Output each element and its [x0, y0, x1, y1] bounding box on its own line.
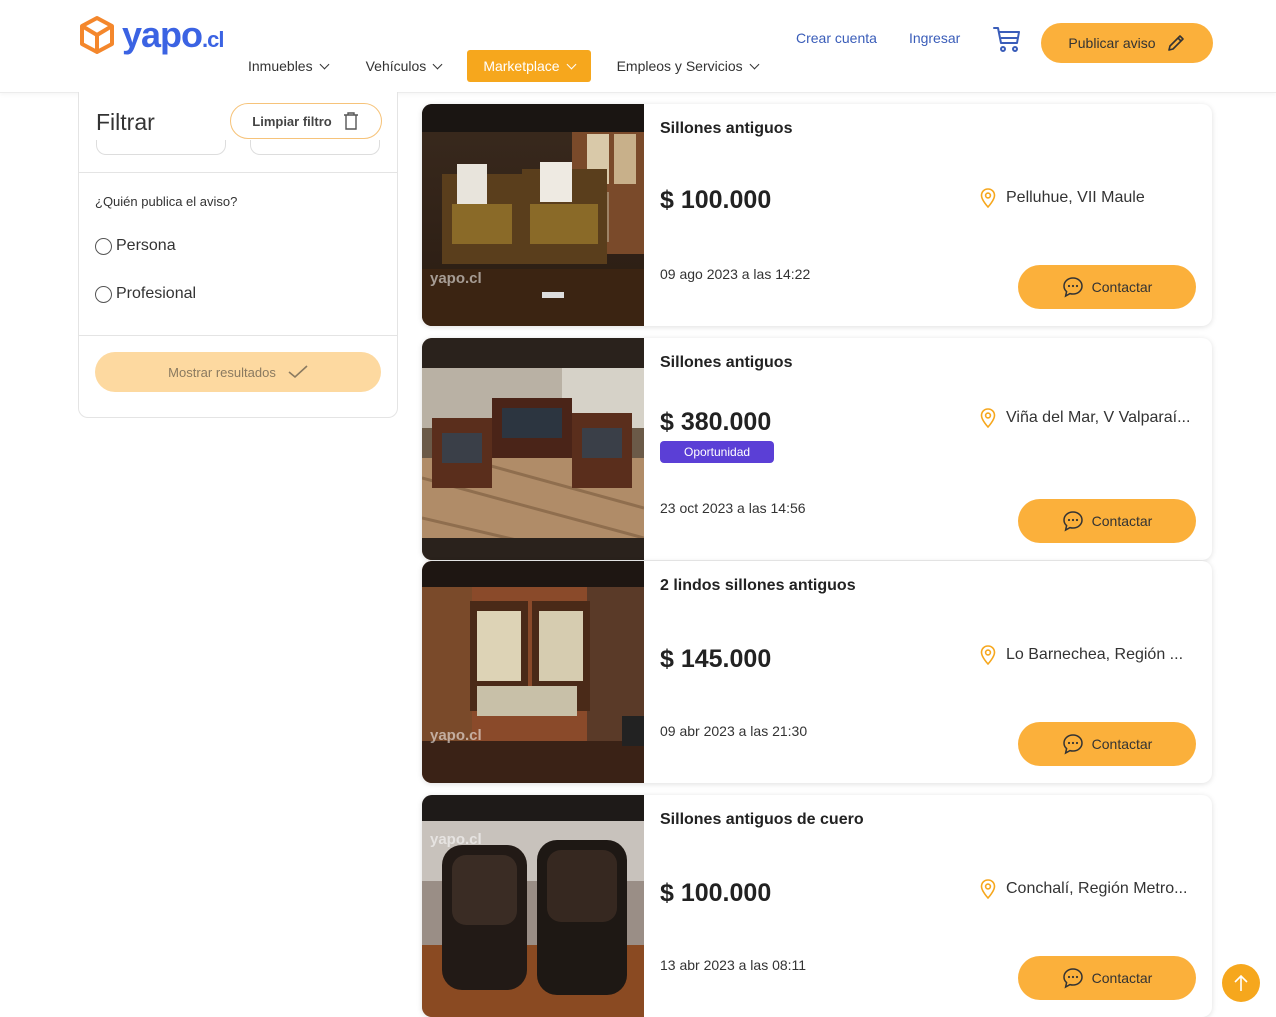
listing-title[interactable]: 2 lindos sillones antiguos: [660, 577, 856, 595]
cube-logo-icon: [80, 16, 114, 54]
listing-date: 09 abr 2023 a las 21:30: [660, 723, 808, 739]
create-account-link[interactable]: Crear cuenta: [796, 30, 877, 46]
listing-card[interactable]: yapo.cl 2 lindos sillones antiguos $ 145…: [422, 561, 1212, 783]
listing-title[interactable]: Sillones antiguos: [660, 120, 792, 138]
filter-chip-stub: [250, 140, 380, 155]
logo-wordmark: yapo.cl: [122, 14, 225, 55]
photo-watermark: yapo.cl: [430, 270, 482, 287]
listing-photo[interactable]: yapo.cl: [422, 104, 644, 326]
contact-label: Contactar: [1091, 513, 1153, 529]
chat-bubble-icon: [1062, 277, 1083, 298]
listing-location: Conchalí, Región Metro...: [980, 879, 1187, 899]
contact-button[interactable]: Contactar: [1018, 499, 1196, 543]
listing-location: Pelluhue, VII Maule: [980, 188, 1145, 208]
listing-title[interactable]: Sillones antiguos de cuero: [660, 811, 864, 829]
site-header: yapo.cl Inmuebles Vehículos Marketplace …: [0, 0, 1276, 93]
nav-empleos-servicios[interactable]: Empleos y Servicios: [605, 50, 770, 82]
cart-icon[interactable]: [992, 24, 1022, 54]
listing-price: $ 145.000: [660, 645, 772, 673]
chevron-down-icon: [319, 59, 330, 69]
show-results-label: Mostrar resultados: [168, 364, 276, 380]
trash-icon: [343, 112, 358, 130]
radio-label: Profesional: [116, 285, 197, 302]
listing-price: $ 380.000: [660, 408, 772, 436]
location-text: Conchalí, Región Metro...: [1006, 880, 1188, 897]
listing-card[interactable]: Sillones antiguos $ 380.000 Oportunidad …: [422, 338, 1212, 560]
divider: [79, 335, 397, 336]
listing-location: Lo Barnechea, Región ...: [980, 645, 1183, 665]
location-pin-icon: [980, 408, 996, 428]
location-text: Lo Barnechea, Región ...: [1006, 646, 1184, 663]
radio-circle[interactable]: [95, 237, 112, 255]
contact-label: Contactar: [1091, 279, 1153, 295]
publisher-type-label: ¿Quién publica el aviso?: [95, 194, 238, 209]
photo-watermark: yapo.cl: [430, 727, 482, 744]
clear-filter-label: Limpiar filtro: [252, 113, 332, 129]
listing-location: Viña del Mar, V Valparaí...: [980, 408, 1190, 428]
listing-title[interactable]: Sillones antiguos: [660, 354, 792, 372]
listing-price: $ 100.000: [660, 186, 772, 214]
chat-bubble-icon: [1062, 968, 1083, 989]
listing-date: 13 abr 2023 a las 08:11: [660, 957, 807, 973]
chat-bubble-icon: [1062, 511, 1083, 532]
location-text: Viña del Mar, V Valparaí...: [1006, 409, 1191, 426]
chevron-down-icon: [749, 59, 760, 69]
listing-date: 23 oct 2023 a las 14:56: [660, 500, 806, 516]
main-nav: Inmuebles Vehículos Marketplace Empleos …: [236, 50, 784, 82]
login-link[interactable]: Ingresar: [909, 30, 960, 46]
listing-card[interactable]: yapo.cl Sillones antiguos de cuero $ 100…: [422, 795, 1212, 1017]
location-text: Pelluhue, VII Maule: [1006, 189, 1145, 206]
publish-ad-button[interactable]: Publicar aviso: [1041, 23, 1213, 63]
listing-photo[interactable]: yapo.cl: [422, 561, 644, 783]
chat-bubble-icon: [1062, 734, 1083, 755]
filter-title: Filtrar: [96, 109, 155, 135]
opportunity-badge: Oportunidad: [660, 441, 775, 463]
arrow-up-icon: [1234, 974, 1248, 991]
nav-vehiculos[interactable]: Vehículos: [354, 50, 454, 82]
contact-button[interactable]: Contactar: [1018, 265, 1196, 309]
divider: [79, 172, 397, 173]
photo-watermark: yapo.cl: [430, 831, 482, 848]
radio-label: Persona: [116, 237, 176, 254]
contact-label: Contactar: [1091, 970, 1153, 986]
scroll-to-top-button[interactable]: [1222, 964, 1260, 1002]
listing-photo[interactable]: [422, 338, 644, 560]
yapo-logo[interactable]: yapo.cl: [78, 14, 225, 56]
chevron-down-icon: [432, 59, 443, 69]
publish-ad-label: Publicar aviso: [1068, 35, 1156, 51]
listing-price: $ 100.000: [660, 879, 772, 907]
filter-chip-stub: [96, 140, 226, 155]
nav-inmuebles[interactable]: Inmuebles: [236, 50, 340, 82]
listing-card[interactable]: yapo.cl Sillones antiguos $ 100.000 09 a…: [422, 104, 1212, 326]
pencil-icon: [1167, 35, 1184, 51]
filter-panel: Filtrar Limpiar filtro ¿Quién publica el…: [78, 92, 398, 418]
contact-label: Contactar: [1091, 736, 1153, 752]
contact-button[interactable]: Contactar: [1018, 722, 1196, 766]
clear-filter-button[interactable]: Limpiar filtro: [230, 103, 382, 139]
radio-profesional[interactable]: Profesional: [95, 285, 196, 303]
location-pin-icon: [980, 645, 996, 665]
radio-circle[interactable]: [95, 285, 112, 303]
location-pin-icon: [980, 879, 996, 899]
check-icon: [288, 365, 308, 379]
contact-button[interactable]: Contactar: [1018, 956, 1196, 1000]
radio-persona[interactable]: Persona: [95, 237, 176, 255]
listing-photo[interactable]: yapo.cl: [422, 795, 644, 1017]
nav-marketplace[interactable]: Marketplace: [467, 50, 591, 82]
show-results-button[interactable]: Mostrar resultados: [95, 352, 381, 392]
listing-date: 09 ago 2023 a las 14:22: [660, 266, 811, 282]
account-links: Crear cuenta Ingresar: [796, 30, 992, 46]
location-pin-icon: [980, 188, 996, 208]
chevron-down-icon: [566, 59, 577, 69]
